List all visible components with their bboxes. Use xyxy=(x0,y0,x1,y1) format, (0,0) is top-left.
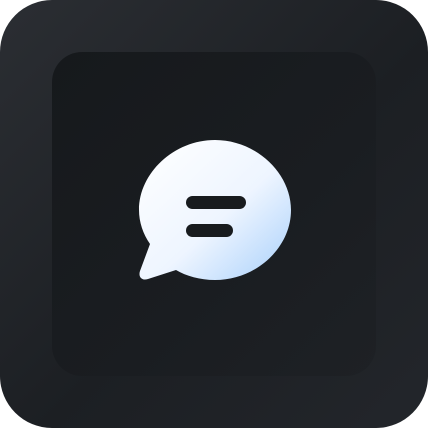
chat-bubble-shape xyxy=(139,140,291,280)
message-line-bottom xyxy=(186,224,233,237)
chat-bubble-icon xyxy=(139,140,291,280)
message-line-top xyxy=(186,196,246,209)
app-icon-tile[interactable] xyxy=(0,0,428,428)
